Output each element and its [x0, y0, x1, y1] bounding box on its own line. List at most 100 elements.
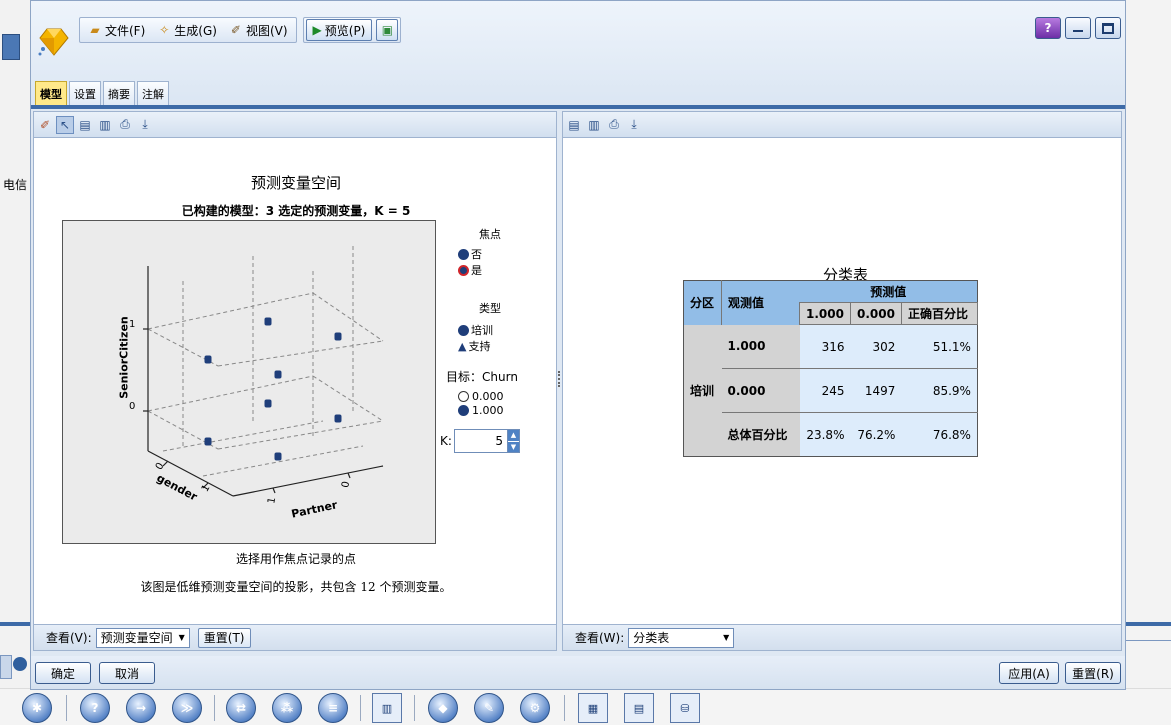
legend-focus-yes-label: 是: [471, 264, 482, 277]
header-predicted: 预测值: [799, 280, 978, 303]
node-icon-merge[interactable]: ⇄: [226, 693, 256, 723]
copy-data-icon[interactable]: ▥: [96, 116, 114, 134]
tab-settings[interactable]: 设置: [69, 81, 101, 105]
k-spinner-arrows[interactable]: ▲ ▼: [507, 430, 519, 452]
node-icon-table[interactable]: ▦: [578, 693, 608, 723]
preview-button[interactable]: ▶ 预览(P): [305, 19, 373, 41]
dialog-header: ▰ 文件(F) ✧ 生成(G) ✐ 视图(V) ▶ 预览(P) ▣ ? 模型 设…: [31, 1, 1125, 105]
view-label: 查看(W):: [575, 631, 625, 645]
scatter-point[interactable]: [204, 355, 212, 364]
k-label: K:: [440, 434, 452, 448]
minimize-button[interactable]: [1065, 17, 1091, 39]
predictor-space-plot[interactable]: 1 0 SeniorCitizen 0 1 gender 1 0 Partner: [62, 220, 436, 544]
menu-generate[interactable]: ✧ 生成(G): [151, 18, 223, 42]
table-cell: 76.2%: [850, 412, 902, 457]
separator: [414, 695, 415, 721]
tab-summary[interactable]: 摘要: [103, 81, 135, 105]
splitter-grip-icon: [558, 371, 560, 387]
legend-focus-yes[interactable]: 是: [458, 262, 528, 278]
screenshot-button[interactable]: ▣: [376, 19, 399, 41]
copy-data-icon[interactable]: ▥: [585, 116, 603, 134]
scatter-point[interactable]: [274, 370, 282, 379]
row-label: 1.000: [721, 324, 800, 369]
apply-button[interactable]: 应用(A): [999, 662, 1059, 684]
classification-pane: ▤ ▥ ⎙ ⤓ 分类表 分区 观测值 预测值 1.000 0.000 正确百分比…: [562, 111, 1122, 651]
up-arrow-icon[interactable]: ▲: [508, 430, 519, 441]
separator: [66, 695, 67, 721]
copy-icon[interactable]: ▤: [565, 116, 583, 134]
scatter-point[interactable]: [334, 414, 342, 423]
tab-model[interactable]: 模型: [35, 81, 67, 105]
node-icon-select[interactable]: ?: [80, 693, 110, 723]
pointer-tool-icon[interactable]: ↖: [56, 115, 74, 134]
legend-type-support[interactable]: ▲ 支持: [458, 338, 528, 354]
brush-icon: ✐: [230, 23, 241, 37]
view-label: 查看(V):: [46, 631, 92, 645]
view-select[interactable]: 预测变量空间 ▼: [95, 627, 190, 648]
node-icon-sql[interactable]: ⛁: [670, 693, 700, 723]
node-icon-model-b[interactable]: ✎: [474, 693, 504, 723]
brush-tool-icon[interactable]: ✐: [36, 116, 54, 134]
background-button[interactable]: [0, 655, 12, 679]
node-icon-model-c[interactable]: ⚙: [520, 693, 550, 723]
tab-annotation[interactable]: 注解: [137, 81, 169, 105]
save-icon[interactable]: [2, 34, 20, 60]
dot-icon: [458, 405, 469, 416]
scatter-point[interactable]: [264, 399, 272, 408]
node-icon-derive[interactable]: ⁂: [272, 693, 302, 723]
separator: [214, 695, 215, 721]
legend-type-train[interactable]: 培训: [458, 322, 528, 338]
k-spinner[interactable]: 5 ▲ ▼: [454, 429, 520, 453]
table-cell: 85.9%: [901, 368, 978, 413]
node-icon-source[interactable]: ✱: [22, 693, 52, 723]
triangle-icon: ▲: [458, 339, 467, 353]
view-select[interactable]: 分类表 ▼: [628, 627, 735, 648]
legend-target-title: 目标：Churn: [446, 370, 518, 384]
print-icon[interactable]: ⎙: [116, 116, 134, 134]
down-arrow-icon[interactable]: ▼: [508, 440, 519, 452]
help-button[interactable]: ?: [1035, 17, 1061, 39]
node-icon-report[interactable]: ▤: [624, 693, 654, 723]
background-divider-right: [1126, 622, 1171, 626]
copy-icon[interactable]: ▤: [76, 116, 94, 134]
menu-view[interactable]: ✐ 视图(V): [223, 18, 294, 42]
scatter-point[interactable]: [334, 332, 342, 341]
view-select-value: 分类表: [633, 631, 670, 645]
background-left-strip: 电信: [0, 0, 30, 725]
predictor-space-pane: ✐ ↖ ▤ ▥ ⎙ ⤓ 预测变量空间 已构建的模型：3 选定的预测变量，K = …: [33, 111, 557, 651]
node-icon-model-a[interactable]: ◆: [428, 693, 458, 723]
legend-target-0-label: 0.000: [472, 390, 504, 403]
empty-dot-icon: [458, 391, 469, 402]
menu-file-label: 文件(F): [105, 23, 146, 38]
cancel-button[interactable]: 取消: [99, 662, 155, 684]
dot-icon: [458, 248, 469, 260]
node-icon-filter[interactable]: ≡: [318, 693, 348, 723]
export-icon[interactable]: ⤓: [625, 116, 643, 134]
minimize-icon: [1073, 30, 1083, 32]
node-icon-balance[interactable]: ≫: [172, 693, 202, 723]
separator: [564, 695, 565, 721]
node-icon-graph[interactable]: ▥: [372, 693, 402, 723]
menu-file[interactable]: ▰ 文件(F): [82, 18, 151, 42]
background-node-icon: [13, 657, 27, 671]
ok-button[interactable]: 确定: [35, 662, 91, 684]
header-partition: 分区: [683, 280, 722, 325]
legend-focus-no[interactable]: 否: [458, 246, 528, 262]
print-icon[interactable]: ⎙: [605, 116, 623, 134]
generate-icon: ✧: [159, 23, 170, 37]
node-icon-sample[interactable]: →: [126, 693, 156, 723]
dot-focus-icon: [458, 264, 469, 276]
legend-target-0[interactable]: 0.000: [458, 390, 504, 403]
reset-button[interactable]: 重置(R): [1065, 662, 1121, 684]
legend-type-support-label: 支持: [468, 340, 491, 353]
export-icon[interactable]: ⤓: [136, 116, 154, 134]
scatter-point[interactable]: [204, 437, 212, 446]
header-col-0: 0.000: [849, 302, 902, 325]
reset-view-button[interactable]: 重置(T): [197, 627, 251, 648]
legend-target-1[interactable]: 1.000: [458, 404, 504, 417]
table-cell: 245: [799, 368, 851, 413]
maximize-button[interactable]: [1095, 17, 1121, 39]
scatter-point[interactable]: [264, 317, 272, 326]
background-label: 电信: [3, 178, 28, 192]
scatter-point[interactable]: [274, 452, 282, 461]
